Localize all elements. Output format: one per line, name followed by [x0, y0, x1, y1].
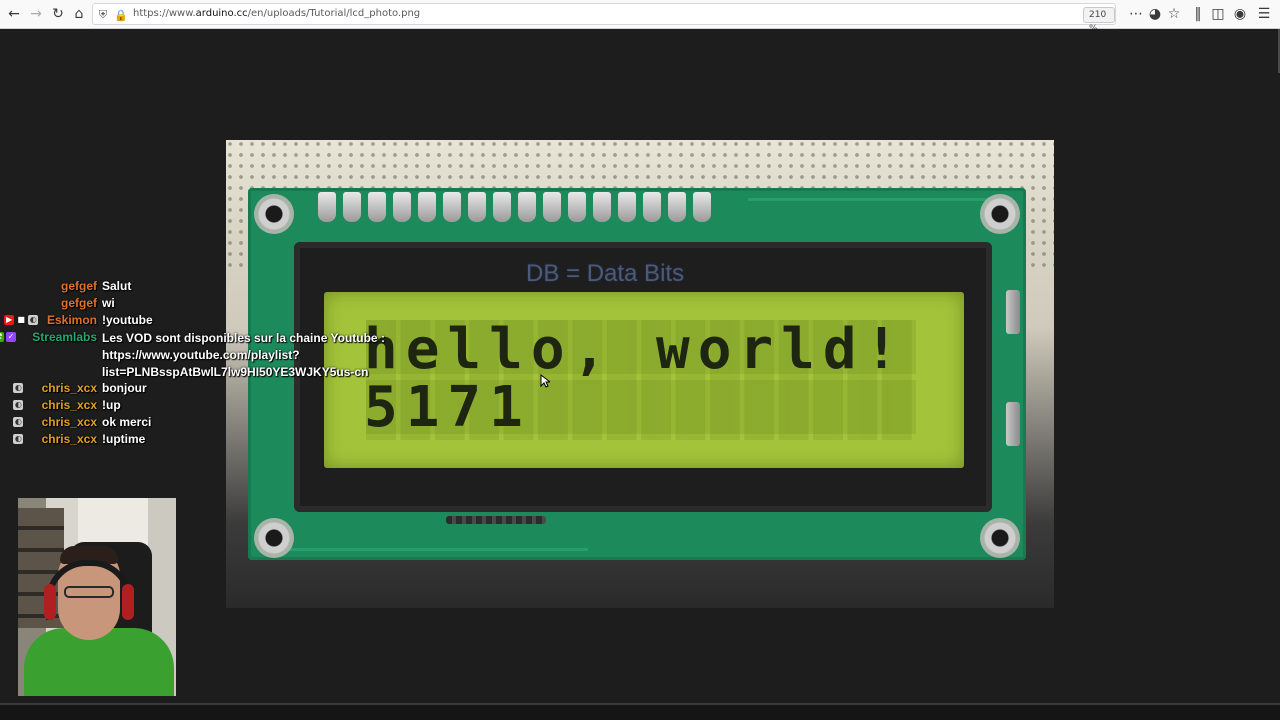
- chat-username[interactable]: chris_xcx: [42, 415, 97, 429]
- chat-badges: ◐: [13, 400, 24, 410]
- pocket-icon[interactable]: ◕: [1145, 4, 1165, 24]
- chat-username[interactable]: gefgef: [61, 279, 97, 293]
- header-pin: [668, 192, 686, 222]
- chat-username[interactable]: gefgef: [61, 296, 97, 310]
- url-path: /en/uploads/Tutorial/lcd_photo.png: [247, 8, 421, 19]
- chat-badges: ◐: [13, 383, 24, 393]
- webcam-overlay: [18, 498, 176, 696]
- bookmark-star-icon[interactable]: ☆: [1164, 4, 1184, 24]
- glitch-badge-icon: ◐: [13, 434, 24, 444]
- pcb-trace: [288, 548, 588, 551]
- chat-text: ok merci: [102, 415, 152, 429]
- chat-message: gefgef wi: [0, 295, 420, 312]
- header-pin: [518, 192, 536, 222]
- glitch-badge-icon: ◐: [13, 400, 24, 410]
- header-pin: [493, 192, 511, 222]
- header-pin: [343, 192, 361, 222]
- header-pin: [618, 192, 636, 222]
- header-pin: [443, 192, 461, 222]
- chat-username[interactable]: chris_xcx: [42, 432, 97, 446]
- chat-username[interactable]: Streamlabs: [32, 330, 97, 344]
- lock-icon[interactable]: 🔒: [113, 7, 129, 23]
- glitch-badge-icon: ◐: [13, 417, 24, 427]
- chat-text: !up: [102, 398, 121, 412]
- glitch-badge-icon: ◐: [28, 315, 39, 325]
- lcd-line-1: hello, world!: [364, 317, 907, 382]
- chat-message: ◐ chris_xcx !uptime: [0, 431, 420, 448]
- header-pin: [593, 192, 611, 222]
- mounting-hole: [254, 194, 294, 234]
- chat-message: ◐ chris_xcx bonjour: [0, 380, 420, 397]
- chat-message: ▶ ■ ◐ Eskimon !youtube: [0, 312, 420, 329]
- chat-username[interactable]: chris_xcx: [42, 398, 97, 412]
- mounting-hole: [980, 518, 1020, 558]
- url-host: arduino.cc: [195, 8, 248, 19]
- glitch-badge-icon: ◐: [13, 383, 24, 393]
- chat-message: ⚒✓ Streamlabs Les VOD sont disponibles sur…: [0, 329, 420, 380]
- chat-text-line[interactable]: https://www.youtube.com/playlist?: [102, 347, 385, 364]
- chat-text: !uptime: [102, 432, 146, 446]
- verified-badge-icon: ✓: [6, 332, 16, 342]
- lcd-screen: hello, world! 5171: [324, 292, 964, 468]
- header-pin: [568, 192, 586, 222]
- chat-text: wi: [102, 296, 115, 310]
- library-icon[interactable]: ‖: [1188, 4, 1208, 24]
- url-prefix: https://www.: [133, 8, 196, 19]
- chat-text-line: Les VOD sont disponibles sur la chaine Y…: [102, 331, 385, 345]
- chat-text: !youtube: [102, 313, 153, 327]
- forward-arrow-icon[interactable]: →: [26, 4, 46, 24]
- broadcaster-badge-icon: ▶: [4, 315, 15, 325]
- chat-message: ◐ chris_xcx !up: [0, 397, 420, 414]
- chat-message: ◐ chris_xcx ok merci: [0, 414, 420, 431]
- mouse-cursor-icon: [540, 374, 550, 388]
- chat-username[interactable]: chris_xcx: [42, 381, 97, 395]
- chat-overlay: gefgefSalutgefgefwi▶■◐Eskimon!youtube⚒✓S…: [0, 278, 420, 448]
- mounting-hole: [254, 518, 294, 558]
- chat-badges: ◐: [13, 417, 24, 427]
- sidebar-icon[interactable]: ◫: [1208, 4, 1228, 24]
- browser-toolbar: ← → ↻ ⌂ ⛨ 🔒 https://www.arduino.cc/en/up…: [0, 0, 1280, 34]
- chat-badges: ◐: [13, 434, 24, 444]
- header-pin: [393, 192, 411, 222]
- bottom-bar: [0, 705, 1280, 720]
- headset-ear-left: [44, 584, 56, 620]
- hamburger-menu-icon[interactable]: ☰: [1254, 4, 1274, 24]
- chat-text-line[interactable]: list=PLNBsspAtBwlL7lw9HI50YE3WJKY5us-cn: [102, 364, 385, 381]
- bottom-connector: [446, 516, 546, 524]
- home-icon[interactable]: ⌂: [69, 4, 89, 24]
- pcb-trace: [748, 198, 988, 201]
- header-pin: [418, 192, 436, 222]
- db-annotation: DB = Data Bits: [526, 260, 685, 287]
- header-pin: [318, 192, 336, 222]
- chat-username[interactable]: Eskimon: [47, 313, 97, 327]
- side-pin: [1006, 290, 1020, 334]
- more-menu-icon[interactable]: ⋯: [1126, 4, 1146, 24]
- mounting-hole: [980, 194, 1020, 234]
- glasses: [64, 586, 114, 598]
- side-pin: [1006, 402, 1020, 446]
- header-pin: [368, 192, 386, 222]
- header-pin: [543, 192, 561, 222]
- chat-message: gefgef Salut: [0, 278, 420, 295]
- mod-sword-badge-icon: ■: [16, 315, 27, 325]
- zoom-level-button[interactable]: 210 %: [1083, 7, 1115, 34]
- reload-icon[interactable]: ↻: [48, 4, 68, 24]
- account-icon[interactable]: ◉: [1230, 4, 1250, 24]
- header-pin: [643, 192, 661, 222]
- headset-ear-right: [122, 584, 134, 620]
- shield-icon[interactable]: ⛨: [95, 7, 111, 23]
- chat-badges: ⚒✓: [0, 332, 16, 342]
- chat-text: bonjour: [102, 381, 147, 395]
- url-text[interactable]: https://www.arduino.cc/en/uploads/Tutori…: [133, 8, 420, 19]
- back-arrow-icon[interactable]: ←: [4, 4, 24, 24]
- chat-text: Les VOD sont disponibles sur la chaine Y…: [102, 330, 385, 381]
- header-pin: [693, 192, 711, 222]
- mod-badge-icon: ⚒: [0, 332, 4, 342]
- header-pin: [468, 192, 486, 222]
- chat-badges: ▶ ■ ◐: [4, 315, 39, 325]
- chat-text: Salut: [102, 279, 132, 293]
- url-bar[interactable]: ⛨ 🔒 https://www.arduino.cc/en/uploads/Tu…: [92, 3, 1116, 34]
